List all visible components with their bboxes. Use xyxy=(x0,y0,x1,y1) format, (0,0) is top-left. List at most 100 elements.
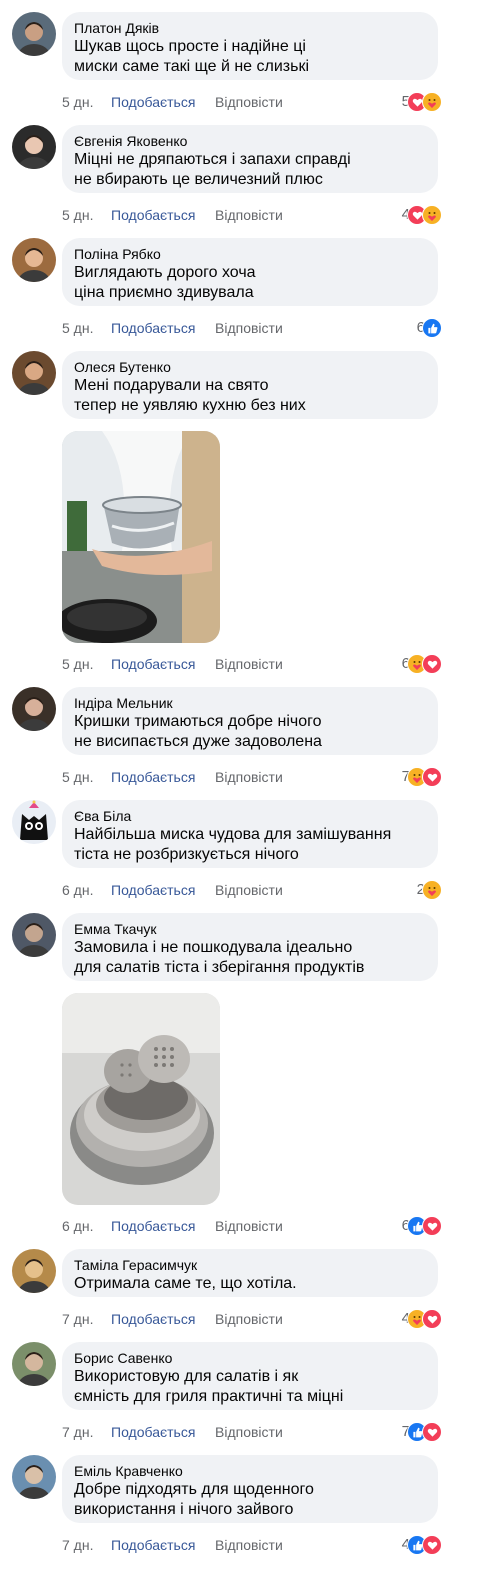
comment-actions: 5 дн. Подобається Відповісти 4 xyxy=(62,205,462,225)
comment-bubble: Олеся Бутенко Мені подарували на свято теп… xyxy=(62,351,438,419)
reactions-summary[interactable]: 6 xyxy=(417,318,442,338)
comment-timestamp[interactable]: 5 дн. xyxy=(62,92,93,112)
comment-text-line: не вбирають це величезний плюс xyxy=(74,171,323,188)
reactions-summary[interactable]: 2 xyxy=(417,880,442,900)
avatar[interactable] xyxy=(12,1455,56,1499)
reactions-summary[interactable]: 5 xyxy=(402,92,442,112)
comment-timestamp[interactable]: 5 дн. xyxy=(62,318,93,338)
comment-text-line: Використовую для салатів і як xyxy=(74,1368,299,1385)
comment-bubble: Еміль Кравченко Добре підходять для щоден… xyxy=(62,1455,438,1523)
comment-bubble: Індіра Мельник Кришки тримаються добре ні… xyxy=(62,687,438,755)
reactions-summary[interactable]: 6 xyxy=(402,1216,442,1236)
reply-link[interactable]: Відповісти xyxy=(215,880,283,900)
comment-text: Міцні не дряпаються і запахи справді не в… xyxy=(74,150,426,190)
love-reaction-icon xyxy=(422,1309,442,1329)
comment-author[interactable]: Борис Савенко xyxy=(74,1349,426,1367)
comment-actions: 5 дн. Подобається Відповісти 6 xyxy=(62,318,462,338)
reply-link[interactable]: Відповісти xyxy=(215,1535,283,1555)
reactions-summary[interactable]: 7 xyxy=(402,1422,442,1442)
comment-text-line: Отримала саме те, що хотіла. xyxy=(74,1275,297,1292)
comment-text-line: ємність для гриля практичні та міцні xyxy=(74,1388,344,1405)
comment-text-line: ціна приємно здивувала xyxy=(74,284,254,301)
comment-text: Замовила і не пошкодувала ідеально для са… xyxy=(74,938,426,978)
like-link[interactable]: Подобається xyxy=(111,1535,195,1555)
comment-bubble: Таміла Герасимчук Отримала саме те, що хо… xyxy=(62,1249,438,1297)
comment-text: Використовую для салатів і як ємність для… xyxy=(74,1367,426,1407)
comment-author[interactable]: Платон Дяків xyxy=(74,19,426,37)
comment-text: Шукав щось просте і надійне ці миски саме… xyxy=(74,37,426,77)
comment-text: Добре підходять для щоденного використанн… xyxy=(74,1480,426,1520)
comment-timestamp[interactable]: 5 дн. xyxy=(62,205,93,225)
like-link[interactable]: Подобається xyxy=(111,767,195,787)
avatar[interactable] xyxy=(12,687,56,731)
reply-link[interactable]: Відповісти xyxy=(215,318,283,338)
love-reaction-icon xyxy=(422,767,442,787)
comment-author[interactable]: Олеся Бутенко xyxy=(74,358,426,376)
comment-text-line: використання і нічого зайвого xyxy=(74,1501,294,1518)
avatar[interactable] xyxy=(12,913,56,957)
avatar[interactable] xyxy=(12,1249,56,1293)
like-link[interactable]: Подобається xyxy=(111,205,195,225)
comment-author[interactable]: Євгенія Яковенко xyxy=(74,132,426,150)
comment-timestamp[interactable]: 7 дн. xyxy=(62,1422,93,1442)
comment-timestamp[interactable]: 7 дн. xyxy=(62,1535,93,1555)
avatar[interactable] xyxy=(12,12,56,56)
avatar[interactable] xyxy=(12,351,56,395)
attachment-photo[interactable] xyxy=(62,993,220,1205)
comment-text: Виглядають дорого хоча ціна приємно здиву… xyxy=(74,263,426,303)
like-link[interactable]: Подобається xyxy=(111,654,195,674)
reply-link[interactable]: Відповісти xyxy=(215,654,283,674)
comment-actions: 6 дн. Подобається Відповісти 6 xyxy=(62,1216,462,1236)
reply-link[interactable]: Відповісти xyxy=(215,92,283,112)
comment-text-line: миски саме такі ще й не слизькі xyxy=(74,58,309,75)
comment-author[interactable]: Таміла Герасимчук xyxy=(74,1256,426,1274)
like-link[interactable]: Подобається xyxy=(111,1216,195,1236)
care-reaction-icon xyxy=(422,92,442,112)
comment-author[interactable]: Індіра Мельник xyxy=(74,694,426,712)
like-link[interactable]: Подобається xyxy=(111,1422,195,1442)
comment-bubble: Єва Біла Найбільша миска чудова для заміш… xyxy=(62,800,438,868)
avatar[interactable] xyxy=(12,1342,56,1386)
comment-text-line: тепер не уявляю кухню без них xyxy=(74,397,306,414)
comment-timestamp[interactable]: 5 дн. xyxy=(62,767,93,787)
avatar[interactable] xyxy=(12,125,56,169)
like-link[interactable]: Подобається xyxy=(111,880,195,900)
comment-actions: 7 дн. Подобається Відповісти 4 xyxy=(62,1535,462,1555)
comment-text: Найбільша миска чудова для замішування ті… xyxy=(74,825,426,865)
comment-author[interactable]: Емма Ткачук xyxy=(74,920,426,938)
comment-bubble: Євгенія Яковенко Міцні не дряпаються і за… xyxy=(62,125,438,193)
reply-link[interactable]: Відповісти xyxy=(215,767,283,787)
comment-actions: 7 дн. Подобається Відповісти 4 xyxy=(62,1309,462,1329)
comment-text-line: Кришки тримаються добре нічого xyxy=(74,713,322,730)
comment-timestamp[interactable]: 6 дн. xyxy=(62,1216,93,1236)
reactions-summary[interactable]: 4 xyxy=(402,205,442,225)
like-link[interactable]: Подобається xyxy=(111,318,195,338)
comment-text-line: Мені подарували на свято xyxy=(74,377,269,394)
comment-text: Мені подарували на свято тепер не уявляю … xyxy=(74,376,426,416)
like-link[interactable]: Подобається xyxy=(111,92,195,112)
reply-link[interactable]: Відповісти xyxy=(215,1422,283,1442)
comment-timestamp[interactable]: 5 дн. xyxy=(62,654,93,674)
comment-bubble: Борис Савенко Використовую для салатів і … xyxy=(62,1342,438,1410)
avatar[interactable] xyxy=(12,238,56,282)
reply-link[interactable]: Відповісти xyxy=(215,205,283,225)
like-link[interactable]: Подобається xyxy=(111,1309,195,1329)
comment-author[interactable]: Поліна Рябко xyxy=(74,245,426,263)
comment-actions: 5 дн. Подобається Відповісти 7 xyxy=(62,767,462,787)
attachment-photo[interactable] xyxy=(62,431,220,643)
reactions-summary[interactable]: 4 xyxy=(402,1309,442,1329)
comment-author[interactable]: Єва Біла xyxy=(74,807,426,825)
comment-actions: 6 дн. Подобається Відповісти 2 xyxy=(62,880,462,900)
comment-author[interactable]: Еміль Кравченко xyxy=(74,1462,426,1480)
comment-timestamp[interactable]: 6 дн. xyxy=(62,880,93,900)
reactions-summary[interactable]: 7 xyxy=(402,767,442,787)
reactions-summary[interactable]: 4 xyxy=(402,1535,442,1555)
comment-timestamp[interactable]: 7 дн. xyxy=(62,1309,93,1329)
reply-link[interactable]: Відповісти xyxy=(215,1309,283,1329)
reactions-summary[interactable]: 6 xyxy=(402,654,442,674)
love-reaction-icon xyxy=(422,654,442,674)
avatar[interactable] xyxy=(12,800,56,844)
reply-link[interactable]: Відповісти xyxy=(215,1216,283,1236)
comment-text-line: Найбільша миска чудова для замішування xyxy=(74,826,392,843)
comment-bubble: Платон Дяків Шукав щось просте і надійне … xyxy=(62,12,438,80)
